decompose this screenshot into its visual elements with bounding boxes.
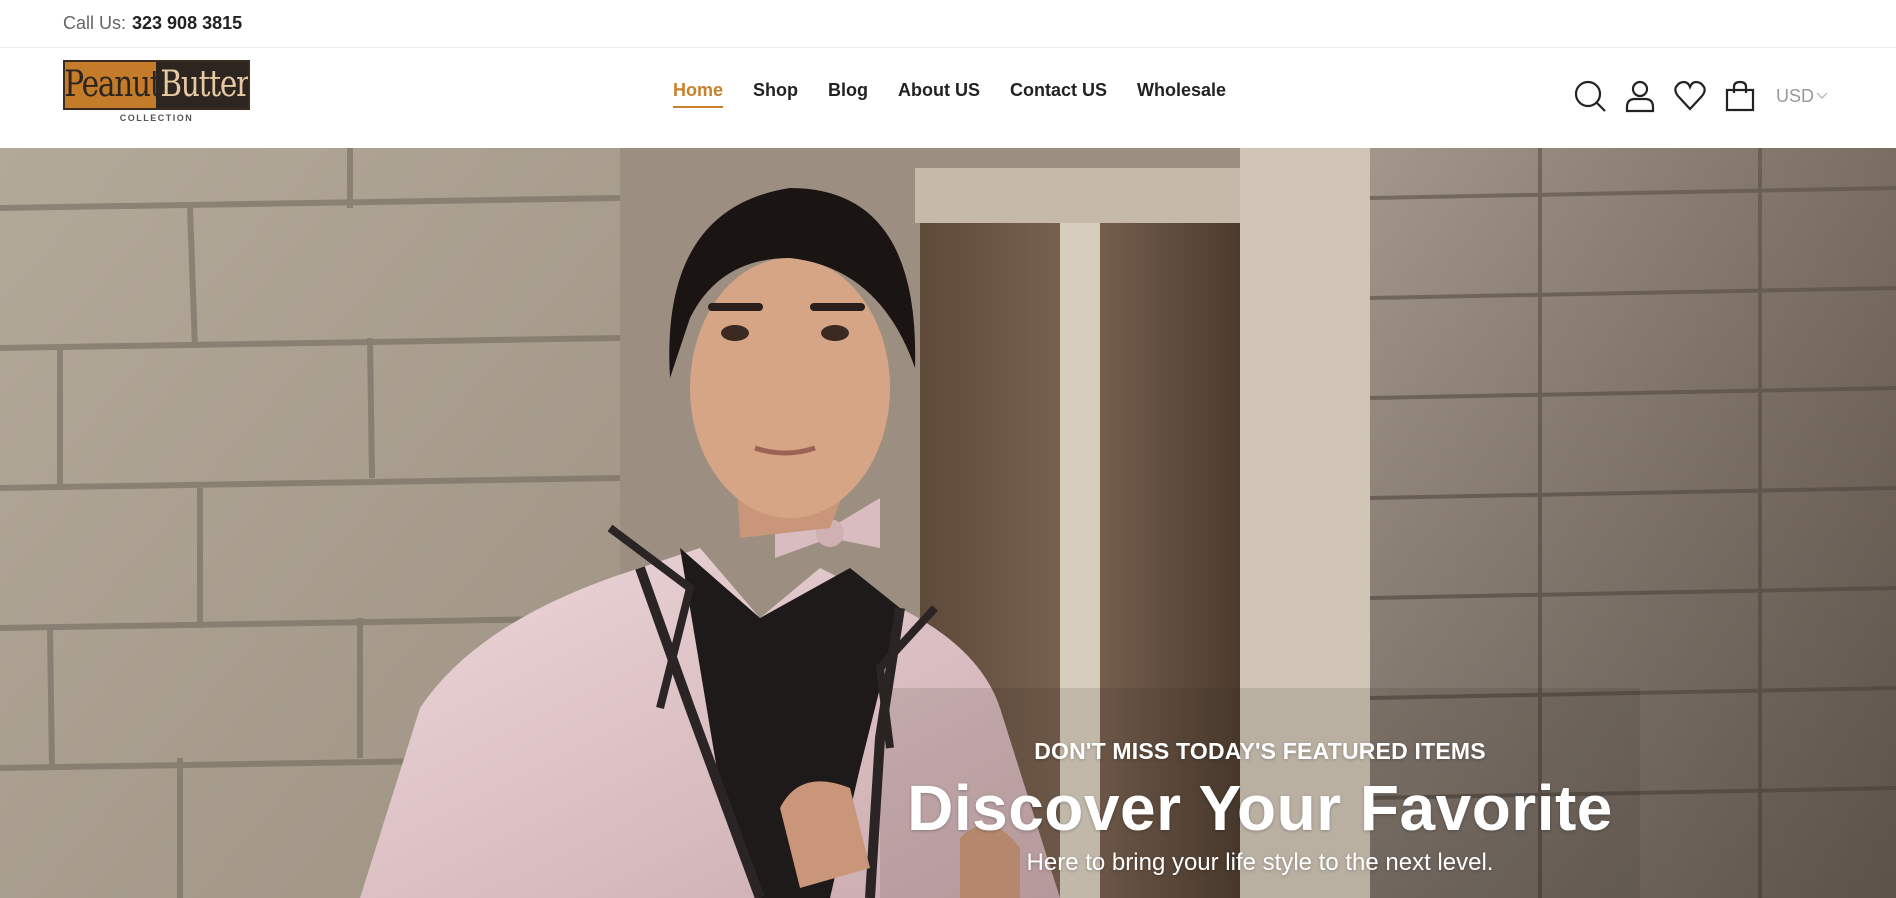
shopping-bag-icon[interactable]: [1723, 79, 1757, 113]
nav-shop[interactable]: Shop: [753, 80, 798, 108]
nav-home[interactable]: Home: [673, 80, 724, 108]
nav-contact-us[interactable]: Contact US: [1010, 80, 1107, 108]
hero-eyebrow: DON'T MISS TODAY'S FEATURED ITEMS: [1034, 738, 1486, 764]
site-header: PeanutButter COLLECTION Home Shop Blog A…: [0, 48, 1896, 148]
phone-number[interactable]: 323 908 3815: [132, 13, 242, 34]
user-icon[interactable]: [1623, 79, 1657, 113]
hero-title: Discover Your Favorite: [907, 772, 1613, 844]
heart-icon[interactable]: [1673, 79, 1707, 113]
currency-label: USD: [1776, 85, 1815, 106]
header-icons: USD: [1573, 79, 1828, 113]
hero-text: DON'T MISS TODAY'S FEATURED ITEMS Discov…: [900, 738, 1620, 877]
logo-mark: PeanutButter: [63, 60, 250, 110]
top-bar: Call Us: 323 908 3815: [0, 0, 1896, 48]
hero-banner: DON'T MISS TODAY'S FEATURED ITEMS Discov…: [0, 148, 1896, 898]
main-nav: Home Shop Blog About US Contact US Whole…: [673, 80, 1226, 108]
call-us-label: Call Us:: [63, 13, 127, 33]
chevron-down-icon: [1816, 92, 1828, 99]
search-icon[interactable]: [1573, 79, 1607, 113]
nav-blog[interactable]: Blog: [828, 80, 868, 108]
logo-word-peanut: Peanut: [64, 64, 161, 105]
nav-wholesale[interactable]: Wholesale: [1137, 80, 1226, 108]
logo-subtitle: COLLECTION: [119, 113, 194, 123]
currency-selector[interactable]: USD: [1776, 86, 1828, 107]
logo[interactable]: PeanutButter COLLECTION: [63, 60, 250, 124]
hero-subtitle: Here to bring your life style to the nex…: [1026, 849, 1494, 876]
nav-about-us[interactable]: About US: [898, 80, 980, 108]
logo-word-butter: Butter: [160, 64, 249, 105]
